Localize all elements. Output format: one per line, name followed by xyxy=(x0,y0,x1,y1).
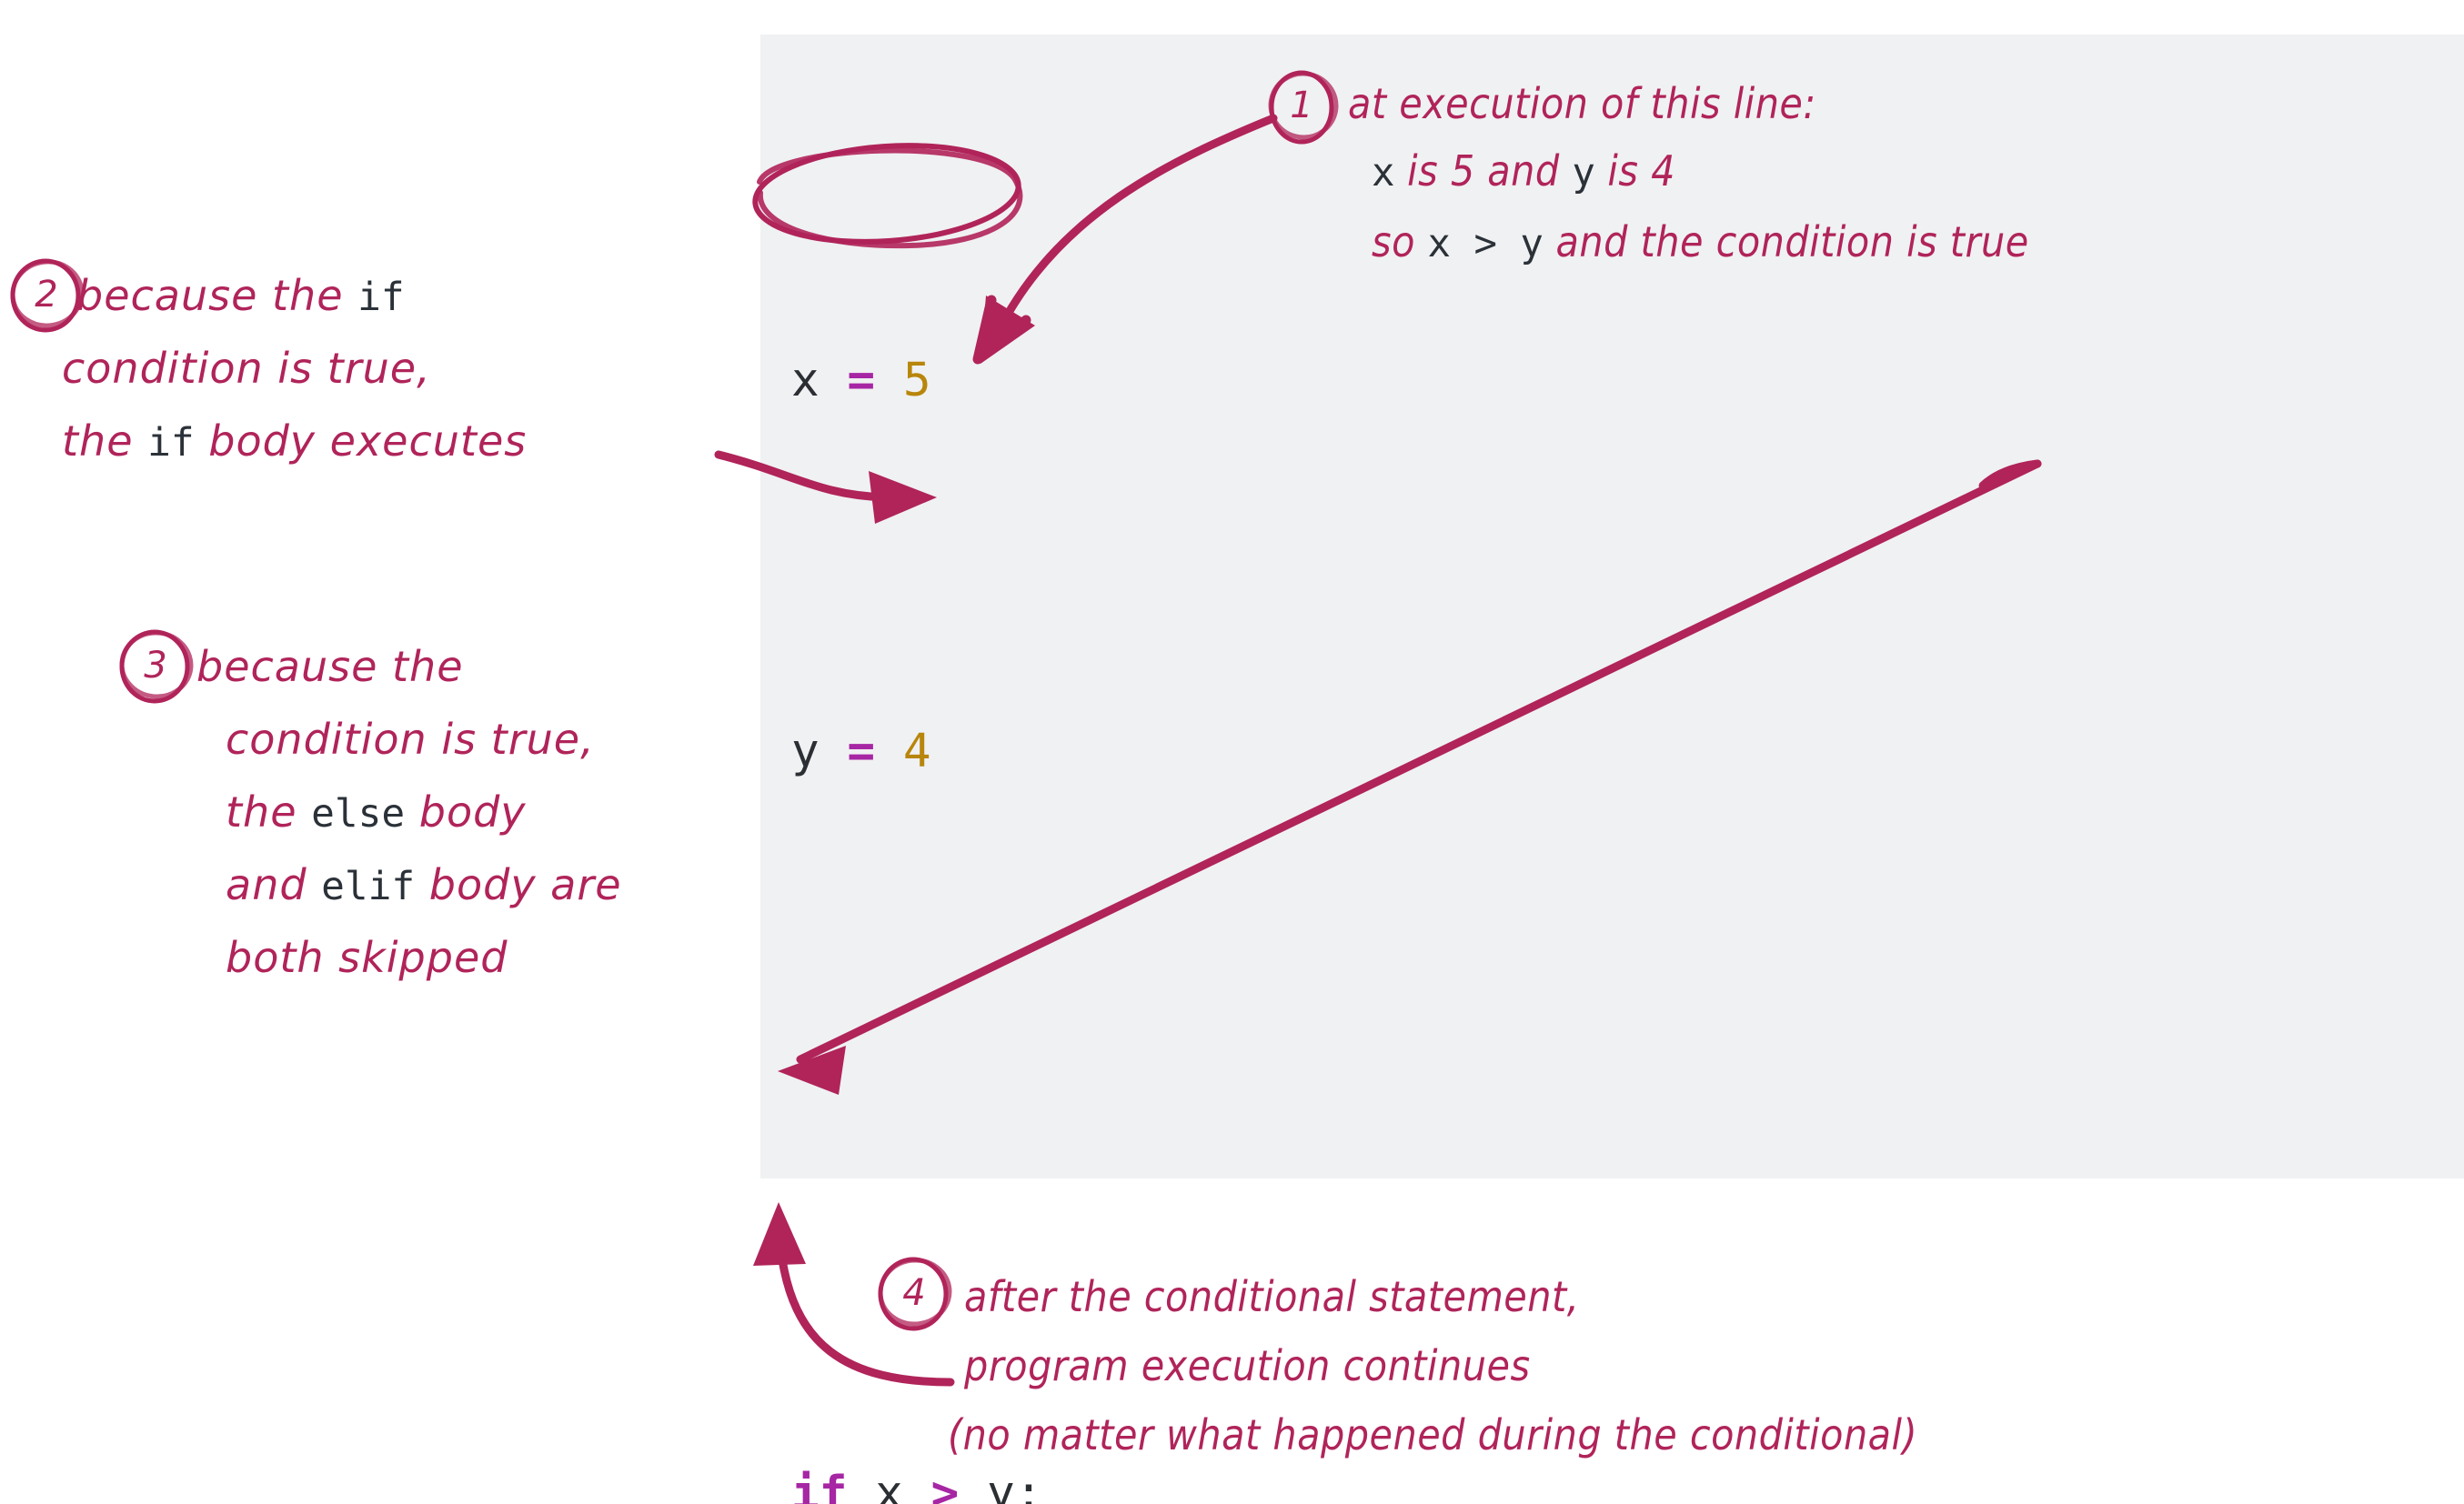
annotation-1-line-1: at execution of this line: xyxy=(1348,79,1816,128)
annotation-2-line-1: because the if xyxy=(76,262,405,331)
annotation-1-marker: 1 xyxy=(1275,78,1328,135)
annotation-1-code-y: y xyxy=(1572,150,1595,195)
annotation-3-line-2: condition is true, xyxy=(226,715,595,764)
code-token-assign: = xyxy=(819,354,903,407)
code-block-panel: x = 5 y = 4 if x > y: print('X is larger… xyxy=(760,35,2464,1504)
annotation-2-line3-end: body executes xyxy=(194,416,528,466)
annotation-3-line4-start: and xyxy=(226,860,322,909)
annotation-2-number: 2 xyxy=(35,274,58,316)
annotation-3-line-4: and elif body are xyxy=(226,851,622,920)
annotation-1-line3-end: and the condition is true xyxy=(1543,217,2029,266)
annotation-1-line3-start: so xyxy=(1372,217,1428,266)
code-token-keyword-if: if xyxy=(791,1467,848,1504)
annotation-3-marker: 3 xyxy=(129,638,182,695)
annotation-1-line2-end: is 4 xyxy=(1594,146,1675,196)
annotation-3-code-else: else xyxy=(311,791,406,837)
code-token-assign-2: = xyxy=(819,725,903,778)
annotation-3-line-5: both skipped xyxy=(226,933,508,982)
figure-canvas: x = 5 y = 4 if x > y: print('X is larger… xyxy=(0,0,2464,1504)
annotation-3-line3-end: body xyxy=(405,787,527,837)
annotation-1-line2-mid: is 5 and xyxy=(1394,146,1573,196)
annotation-4-line-1: after the conditional statement, xyxy=(964,1272,1580,1321)
annotation-2-line-2: condition is true, xyxy=(62,344,431,393)
annotation-3-line-1: because the xyxy=(196,642,464,691)
annotation-2-line-3: the if body executes xyxy=(62,407,527,476)
annotation-2-code-if-1: if xyxy=(357,275,405,320)
annotation-4-number: 4 xyxy=(902,1272,926,1314)
annotation-4-line-2: program execution continues xyxy=(964,1341,1531,1390)
annotation-1-line-3: so x > y and the condition is true xyxy=(1372,209,2029,276)
annotation-4-marker: 4 xyxy=(888,1266,940,1322)
code-token-if-operand-left: x xyxy=(847,1467,931,1504)
annotation-3-line-3: the else body xyxy=(226,778,527,847)
annotation-3-code-elif: elif xyxy=(321,864,416,909)
code-line-1: x = 5 xyxy=(791,335,1796,427)
annotation-3-number: 3 xyxy=(144,645,167,687)
code-token-var-y: y xyxy=(791,725,820,778)
annotation-4-line-3: (no matter what happened during the cond… xyxy=(948,1410,1918,1459)
code-token-if-operand-right: y: xyxy=(959,1467,1043,1504)
annotation-1-number: 1 xyxy=(1290,85,1313,126)
code-line-3-blank xyxy=(791,1077,1796,1169)
code-token-gt-1: > xyxy=(930,1467,960,1504)
annotation-2-code-if-2: if xyxy=(147,420,195,466)
code-token-number-5: 5 xyxy=(902,354,931,407)
annotation-2-marker: 2 xyxy=(20,267,73,324)
code-line-2: y = 4 xyxy=(791,706,1796,798)
annotation-3-line3-start: the xyxy=(226,787,312,837)
annotation-3-line4-end: body are xyxy=(415,860,622,909)
annotation-1-code-x: x xyxy=(1372,150,1395,195)
annotation-1-line-2: x is 5 and y is 4 xyxy=(1372,138,1675,206)
code-token-number-4: 4 xyxy=(902,725,931,778)
annotation-2-line3-start: the xyxy=(62,416,148,466)
annotation-1-code-condition: x > y xyxy=(1427,221,1544,266)
code-token-var-x: x xyxy=(791,354,820,407)
annotation-2-line1-text: because the xyxy=(76,271,358,320)
